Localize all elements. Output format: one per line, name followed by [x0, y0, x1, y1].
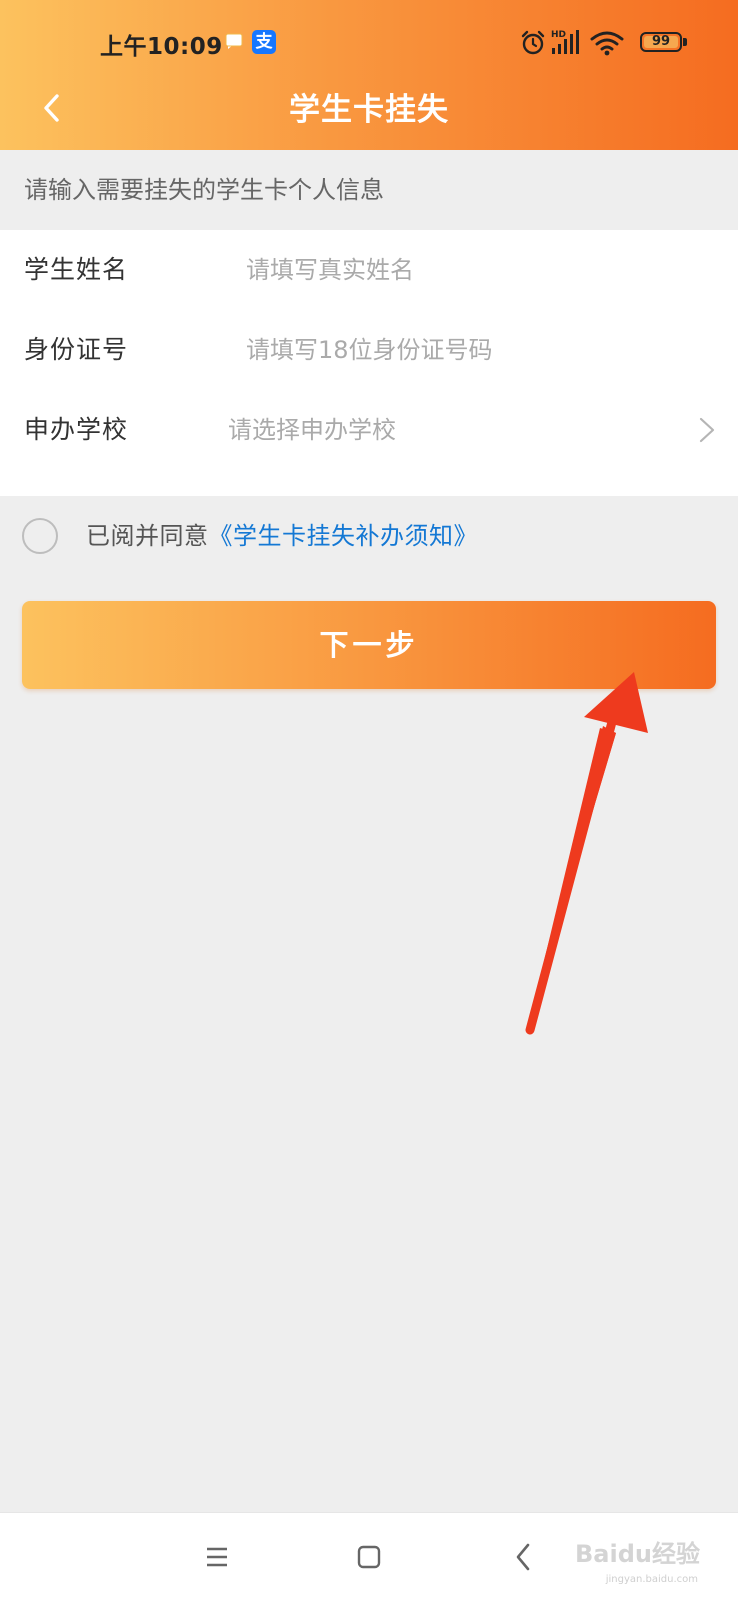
alarm-icon	[521, 30, 545, 55]
agreement-prefix: 已阅并同意	[86, 522, 209, 550]
agreement-text: 已阅并同意《学生卡挂失补办须知》	[86, 500, 478, 572]
agreement-checkbox[interactable]	[22, 518, 58, 554]
school-select-value: 请选择申办学校	[228, 416, 396, 444]
back-nav-icon[interactable]	[500, 1533, 548, 1581]
school-select[interactable]: 申办学校 请选择申办学校	[0, 390, 738, 470]
form: 学生姓名 身份证号 申办学校 请选择申办学校	[0, 230, 738, 496]
next-button[interactable]: 下一步	[22, 601, 716, 689]
battery-cap	[683, 38, 687, 46]
form-row-id: 身份证号	[0, 310, 738, 390]
menu-icon[interactable]	[193, 1533, 241, 1581]
page-title: 学生卡挂失	[289, 92, 449, 128]
agreement-row: 已阅并同意《学生卡挂失补办须知》	[0, 500, 738, 580]
wifi-icon	[590, 31, 624, 56]
status-time: 上午10:09	[100, 34, 223, 60]
id-number-label: 身份证号	[24, 335, 129, 364]
id-number-input[interactable]	[246, 326, 706, 374]
form-hint: 请输入需要挂失的学生卡个人信息	[0, 150, 738, 230]
agreement-link[interactable]: 《学生卡挂失补办须知》	[209, 522, 479, 550]
battery-icon: 99	[640, 32, 682, 52]
battery-level: 99	[651, 34, 671, 49]
watermark-url: jingyan.baidu.com	[605, 1574, 698, 1585]
name-input[interactable]	[246, 246, 706, 294]
school-label: 申办学校	[24, 415, 129, 444]
svg-text:HD: HD	[551, 30, 566, 40]
chevron-right-icon	[699, 417, 715, 443]
form-row-name: 学生姓名	[0, 230, 738, 310]
header: 上午10:09 支 HD 99 学生卡挂失	[0, 0, 738, 150]
alipay-icon: 支	[252, 30, 276, 54]
home-icon[interactable]	[345, 1533, 393, 1581]
watermark: Baidu经验	[575, 1540, 700, 1568]
hd-signal-icon: HD	[551, 30, 579, 54]
message-icon	[225, 33, 243, 49]
name-label: 学生姓名	[24, 255, 129, 284]
